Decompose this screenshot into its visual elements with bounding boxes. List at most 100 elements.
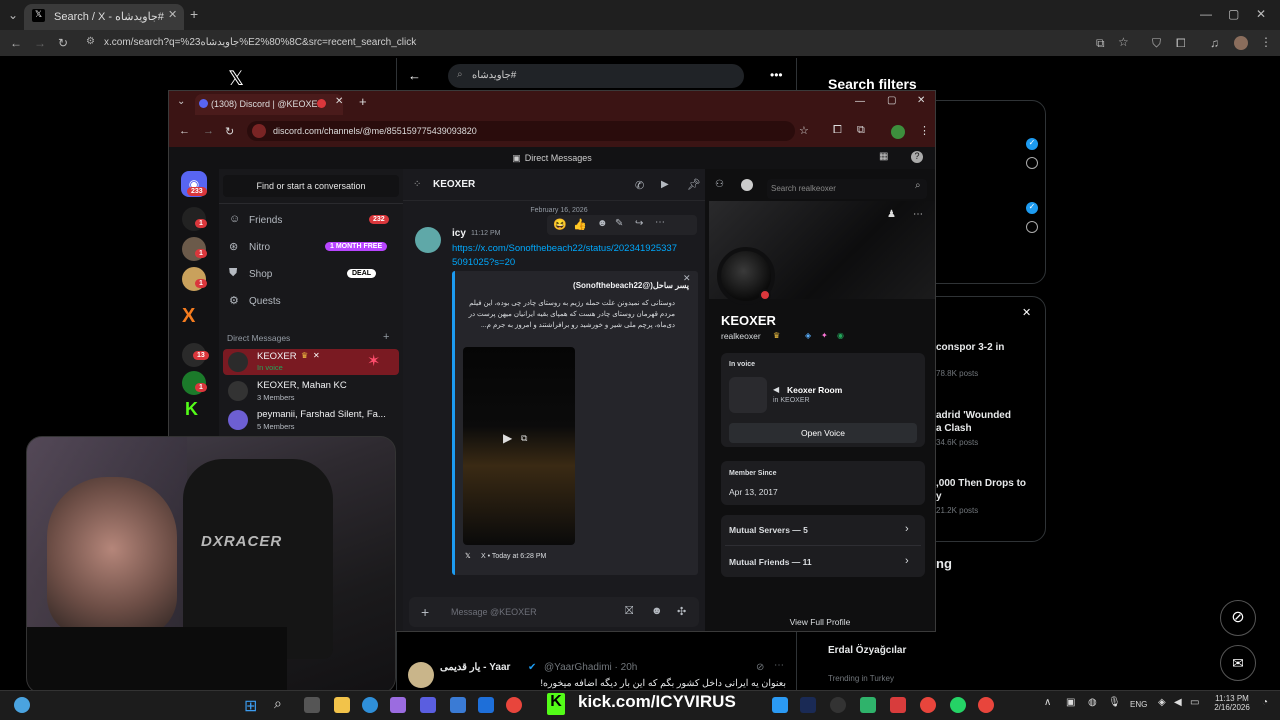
x-home-logo-icon[interactable]: 𝕏	[228, 66, 244, 91]
site-info-icon[interactable]	[252, 124, 266, 138]
messages-icon[interactable]: ✉	[1220, 645, 1256, 681]
outer-browser-tab[interactable]: 𝕏 Search / X - جاویدشاه#	[24, 4, 184, 30]
whatsapp-icon[interactable]	[950, 697, 966, 713]
user-profile-toggle-icon[interactable]	[741, 179, 753, 191]
discord-address-bar[interactable]: discord.com/channels/@me/855159775439093…	[247, 121, 795, 141]
embed-video[interactable]: ▶ ⧉	[463, 347, 575, 545]
outer-address-bar[interactable]: ⚙ x.com/search?q=%23جاویدشاه%E2%80%8C&sr…	[80, 33, 1090, 53]
find-conversation-button[interactable]: Find or start a conversation	[223, 175, 399, 197]
message-author[interactable]: icy	[452, 228, 466, 239]
discord-profile-avatar[interactable]	[891, 125, 905, 139]
discord-tab-list-icon[interactable]: ⌄	[177, 96, 185, 107]
attach-icon[interactable]: +	[421, 604, 429, 620]
server-x-icon[interactable]: X	[182, 305, 195, 328]
nav-nitro[interactable]: ⊛ Nitro 1 MONTH FREE	[227, 240, 399, 258]
minimize-icon[interactable]: —	[1200, 7, 1212, 21]
discord-maximize-icon[interactable]: ▢	[887, 95, 896, 106]
mail-icon[interactable]	[478, 697, 494, 713]
vscode-icon[interactable]	[772, 697, 788, 713]
who-to-follow-name[interactable]: Erdal Özyağcılar	[828, 645, 906, 656]
help-icon[interactable]: ?	[911, 151, 923, 163]
discord-close-window-icon[interactable]: ✕	[917, 95, 925, 106]
play-icon[interactable]: ▶	[503, 431, 512, 445]
voice-room-name[interactable]: Keoxer Room	[787, 385, 842, 395]
trend-item[interactable]: adrid 'Wounded a Clash 34.6K posts	[936, 410, 1011, 447]
close-trends-icon[interactable]: ✕	[1022, 306, 1031, 319]
message-author-avatar[interactable]	[415, 227, 441, 253]
emoji-icon[interactable]: ☻	[651, 605, 663, 617]
edge-icon[interactable]	[362, 697, 378, 713]
tray-app-icon[interactable]: ◍	[1088, 697, 1097, 708]
microphone-icon[interactable]: 🎙︎	[1108, 697, 1121, 708]
voice-call-icon[interactable]: ✆	[635, 179, 644, 192]
app-icon[interactable]	[860, 697, 876, 713]
dm-item-keoxer[interactable]: KEOXER ♛ ✕ In voice ✶	[223, 349, 399, 375]
edit-icon[interactable]: ✎	[615, 218, 623, 229]
chat-search-input[interactable]: Search realkeoxer	[767, 179, 927, 199]
radio-checked-icon[interactable]: ✓	[1026, 138, 1038, 150]
weather-widget-icon[interactable]	[14, 697, 30, 713]
discord-extension-icon[interactable]: ⧠	[833, 124, 842, 137]
message-link[interactable]: https://x.com/Sonofthebeach22/status/202…	[452, 242, 682, 270]
message-input[interactable]: + Message @KEOXER ⛝ ☻ ✣	[409, 597, 699, 627]
nav-quests[interactable]: ⚙ Quests	[227, 294, 399, 312]
media-controls-icon[interactable]: ♫	[1210, 36, 1219, 50]
view-full-profile-link[interactable]: View Full Profile	[705, 617, 935, 627]
discord-reload-icon[interactable]: ↻	[225, 125, 234, 138]
start-menu-icon[interactable]: ⊞	[244, 696, 257, 716]
x-back-icon[interactable]: ←	[408, 68, 421, 83]
dm-item-group[interactable]: peymanii, Farshad Silent, Fa... 5 Member…	[223, 407, 399, 433]
battery-icon[interactable]: ▭	[1190, 697, 1199, 708]
profile-more-icon[interactable]: ⋯	[913, 209, 923, 220]
pinned-icon[interactable]: 📌︎	[687, 178, 701, 191]
site-info-icon[interactable]: ⚙	[86, 36, 95, 47]
discord-new-tab-icon[interactable]: +	[359, 94, 367, 109]
trend-item[interactable]: conspor 3-2 in 78.8K posts	[936, 342, 1004, 378]
discord-back-icon[interactable]: ←	[179, 125, 190, 137]
mutual-servers-row[interactable]: Mutual Servers — 5 ›	[729, 523, 919, 539]
new-tab-icon[interactable]: +	[190, 6, 198, 22]
dm-item-group[interactable]: KEOXER, Mahan KC 3 Members	[223, 378, 399, 404]
trend-item[interactable]: ,000 Then Drops to y 21.2K posts	[936, 478, 1026, 515]
open-voice-button[interactable]: Open Voice	[729, 423, 917, 443]
photoshop-icon[interactable]	[800, 697, 816, 713]
inbox-icon[interactable]: ▦	[879, 151, 888, 162]
close-window-icon[interactable]: ✕	[1256, 7, 1266, 21]
forward-icon[interactable]: ↪	[635, 218, 643, 229]
obs-icon[interactable]	[830, 697, 846, 713]
forward-icon[interactable]: →	[34, 36, 46, 50]
back-icon[interactable]: ←	[10, 36, 22, 50]
discord-browser-tab[interactable]: (1308) Discord | @KEOXER	[195, 94, 343, 115]
bookmark-star-icon[interactable]: ☆	[1118, 35, 1129, 49]
close-tab-icon[interactable]: ✕	[168, 8, 177, 21]
tweet-author[interactable]: یار قدیمی - Yaar	[440, 662, 510, 673]
tweet-more-icon[interactable]: ⋯	[774, 660, 784, 671]
discord-bookmark-icon[interactable]: ☆	[799, 124, 809, 137]
tweet-author-avatar[interactable]	[408, 662, 434, 688]
server-kick-icon[interactable]: K	[185, 399, 198, 420]
radio-unchecked-icon[interactable]	[1026, 157, 1038, 169]
mutual-friends-row[interactable]: Mutual Friends — 11 ›	[729, 555, 919, 571]
copilot-icon[interactable]	[390, 697, 406, 713]
embed-author[interactable]: پسر ساحل(@Sonofthebeach22)	[463, 281, 689, 290]
tweet-grok-icon[interactable]: ⊘	[756, 662, 764, 673]
install-app-icon[interactable]: ⧉	[1096, 36, 1105, 51]
tray-app-icon[interactable]: ▣	[1066, 697, 1075, 708]
chrome-icon[interactable]	[978, 697, 994, 713]
discord-forward-icon[interactable]: →	[203, 125, 214, 137]
open-media-icon[interactable]: ⧉	[521, 433, 527, 444]
chrome-icon[interactable]	[920, 697, 936, 713]
nav-shop[interactable]: ⛊ Shop DEAL	[227, 267, 399, 285]
video-call-icon[interactable]: ▶	[661, 179, 669, 190]
extensions-icon[interactable]: ⧠	[1176, 36, 1186, 51]
teams-icon[interactable]	[420, 697, 436, 713]
add-friends-to-dm-icon[interactable]: ⚇	[715, 179, 724, 190]
nav-friends[interactable]: ☺ Friends 232	[227, 213, 399, 231]
apps-icon[interactable]: ✣	[677, 605, 686, 618]
radio-unchecked-icon[interactable]	[1026, 221, 1038, 233]
app-icon[interactable]	[890, 697, 906, 713]
file-explorer-icon[interactable]	[334, 697, 350, 713]
task-view-icon[interactable]	[304, 697, 320, 713]
maximize-icon[interactable]: ▢	[1228, 7, 1239, 21]
grok-icon[interactable]: ⊘	[1220, 600, 1256, 636]
